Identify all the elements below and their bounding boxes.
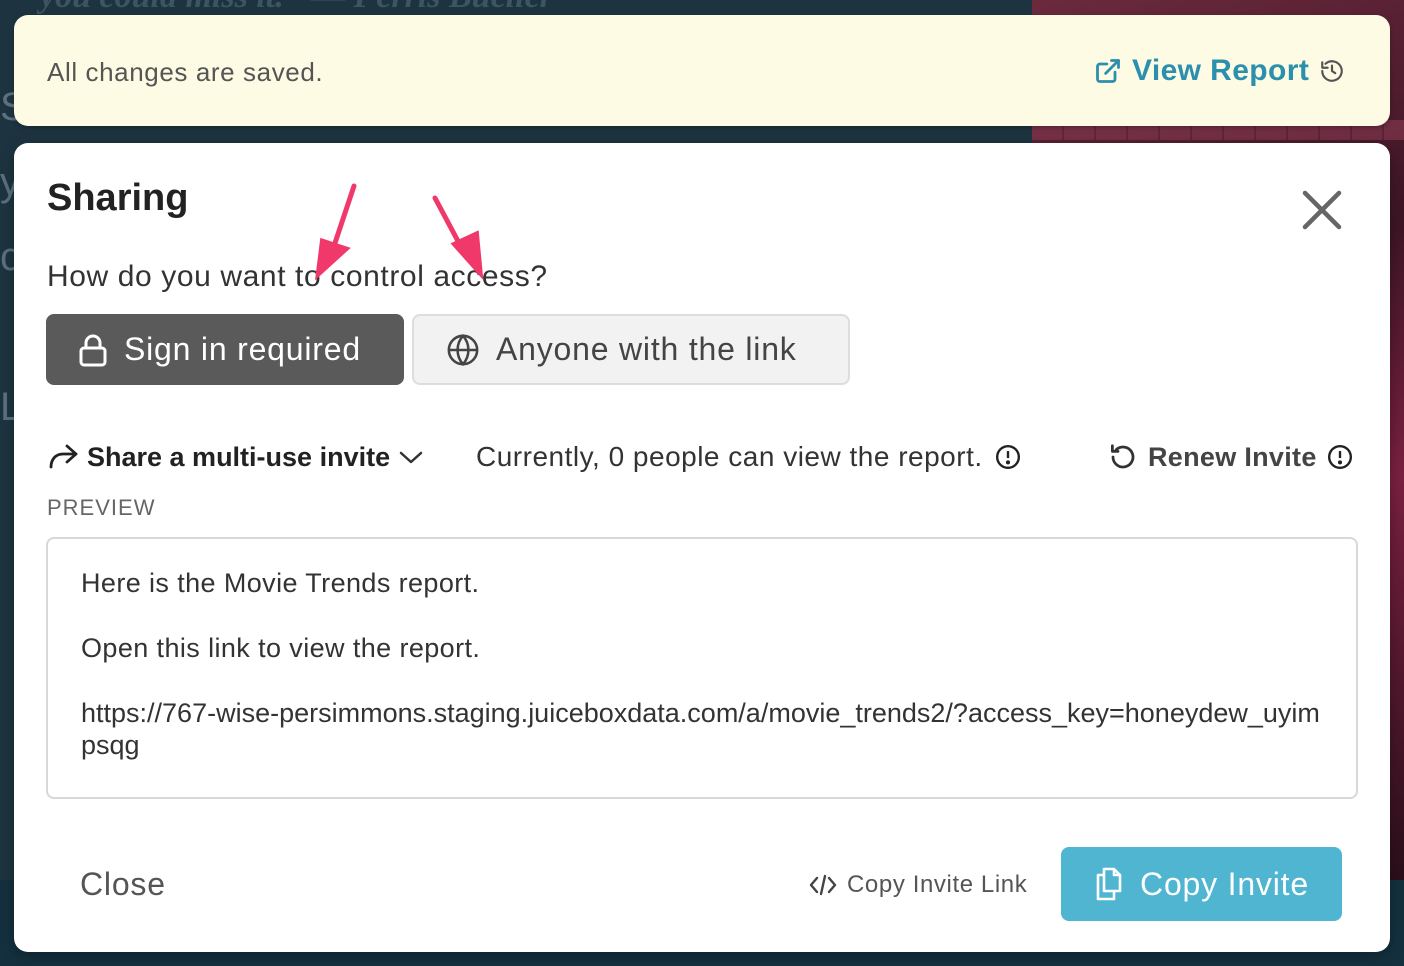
copy-invite-button[interactable]: Copy Invite (1061, 847, 1342, 921)
anyone-with-link-label: Anyone with the link (496, 331, 797, 367)
copy-invite-link-label: Copy Invite Link (847, 871, 1028, 898)
undo-icon (1108, 442, 1138, 472)
close-icon[interactable] (1297, 185, 1347, 235)
code-icon (809, 873, 837, 897)
external-link-icon (1094, 57, 1122, 85)
save-status-text: All changes are saved. (47, 57, 324, 87)
share-icon (47, 442, 79, 472)
annotation-arrow-left (314, 183, 357, 281)
preview-label: PREVIEW (47, 495, 156, 520)
renew-info-icon[interactable] (1327, 444, 1353, 470)
history-icon[interactable] (1319, 58, 1345, 84)
close-button[interactable]: Close (80, 866, 166, 903)
dialog-title: Sharing (47, 177, 189, 219)
copy-icon (1094, 867, 1124, 901)
copy-invite-label: Copy Invite (1140, 865, 1309, 902)
background-quote: you could miss it." — Ferris Bueller (40, 0, 553, 16)
lock-icon (78, 333, 108, 367)
preview-line-1: Here is the Movie Trends report. (81, 568, 480, 598)
view-report-label: View Report (1132, 54, 1310, 87)
viewer-count: Currently, 0 people can view the report. (476, 439, 1021, 475)
sign-in-required-label: Sign in required (124, 331, 361, 367)
viewer-count-text: Currently, 0 people can view the report. (476, 441, 983, 472)
copy-invite-link-button[interactable]: Copy Invite Link (809, 869, 1027, 901)
sign-in-required-option[interactable]: Sign in required (46, 314, 404, 385)
share-mode-dropdown[interactable]: Share a multi-use invite (47, 442, 424, 473)
preview-line-2: Open this link to view the report. (81, 633, 481, 663)
sharing-dialog: Sharing How do you want to control acces… (14, 143, 1390, 952)
save-status-banner: All changes are saved. View Report (14, 15, 1390, 126)
anyone-with-link-option[interactable]: Anyone with the link (412, 314, 850, 385)
chevron-down-icon (398, 448, 424, 466)
renew-invite-button[interactable]: Renew Invite (1108, 439, 1353, 475)
view-report-link[interactable]: View Report (1094, 53, 1345, 89)
globe-icon (446, 333, 480, 367)
share-mode-label: Share a multi-use invite (87, 441, 391, 472)
info-icon[interactable] (995, 444, 1021, 470)
annotation-arrow-right (432, 195, 484, 281)
invite-preview[interactable]: Here is the Movie Trends report. Open th… (46, 537, 1358, 799)
renew-invite-label: Renew Invite (1148, 441, 1317, 472)
preview-url: https://767-wise-persimmons.staging.juic… (81, 698, 1320, 760)
